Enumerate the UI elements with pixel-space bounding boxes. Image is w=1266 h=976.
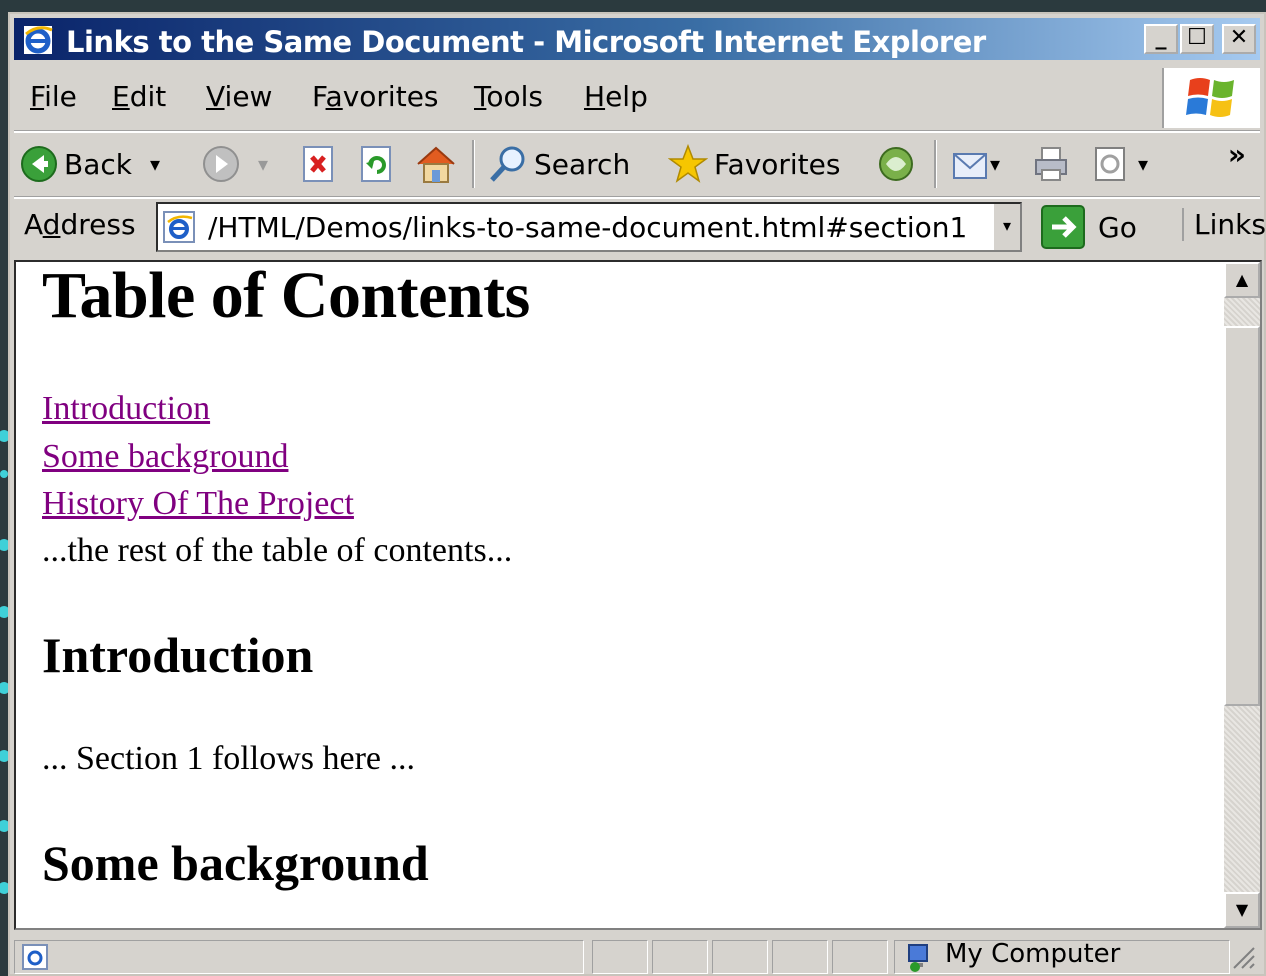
- chevron-down-icon: ▾: [1002, 216, 1012, 235]
- print-button[interactable]: [1032, 142, 1072, 186]
- address-url: /HTML/Demos/links-to-same-document.html#…: [208, 211, 968, 244]
- maximize-button[interactable]: ☐: [1180, 24, 1214, 54]
- minimize-icon: _: [1155, 25, 1167, 50]
- browser-window: Links to the Same Document - Microsoft I…: [8, 12, 1266, 976]
- search-icon: [490, 146, 525, 182]
- stop-button[interactable]: [300, 142, 336, 186]
- menu-bar: File Edit View Favorites Tools Help: [14, 66, 1156, 128]
- section1-heading: Introduction: [42, 627, 314, 683]
- status-pane-1: [592, 940, 648, 974]
- go-button[interactable]: Go: [1040, 204, 1137, 250]
- search-button[interactable]: Search: [488, 142, 630, 186]
- menu-tools[interactable]: Tools: [474, 80, 543, 113]
- minimize-button[interactable]: _: [1144, 24, 1178, 54]
- menu-favorites[interactable]: Favorites: [312, 80, 439, 113]
- toc-link-introduction[interactable]: Introduction: [42, 390, 210, 428]
- close-button[interactable]: ✕: [1222, 24, 1256, 54]
- refresh-button[interactable]: [358, 142, 394, 186]
- zone-label: My Computer: [945, 939, 1121, 969]
- go-arrow-icon: [1041, 205, 1085, 249]
- mail-button[interactable]: ▾: [950, 142, 1000, 186]
- title-bar[interactable]: Links to the Same Document - Microsoft I…: [14, 18, 1260, 60]
- section2-heading: Some background: [42, 835, 429, 891]
- home-button[interactable]: [414, 142, 458, 186]
- toc-link-background[interactable]: Some background: [42, 438, 288, 476]
- windows-logo: [1162, 68, 1260, 128]
- scroll-down-button[interactable]: ▼: [1224, 892, 1260, 928]
- scroll-up-button[interactable]: ▲: [1224, 262, 1260, 298]
- stop-icon: [303, 146, 333, 182]
- standard-toolbar: Back ▾ ▾ Search Favorites ▾ ▾ »: [14, 134, 1260, 194]
- back-dropdown-icon[interactable]: ▾: [150, 152, 160, 176]
- forward-arrow-icon: [203, 146, 239, 182]
- address-input[interactable]: /HTML/Demos/links-to-same-document.html#…: [156, 202, 1022, 252]
- media-icon: [879, 147, 913, 181]
- edit-button[interactable]: ▾: [1090, 142, 1148, 186]
- address-dropdown-button[interactable]: ▾: [992, 204, 1020, 250]
- edit-page-icon: [1095, 147, 1125, 181]
- mail-icon: [953, 153, 987, 179]
- menu-edit[interactable]: Edit: [112, 80, 166, 113]
- home-icon: [417, 146, 455, 183]
- scroll-thumb[interactable]: [1224, 326, 1260, 706]
- arrow-down-icon: ▼: [1235, 900, 1249, 919]
- toc-link-history[interactable]: History Of The Project: [42, 485, 354, 523]
- section1-text: ... Section 1 follows here ...: [42, 740, 415, 777]
- menu-file[interactable]: File: [30, 80, 77, 113]
- page-status-icon: [22, 944, 48, 970]
- status-main-pane: [14, 940, 584, 974]
- status-bar: My Computer: [14, 934, 1260, 974]
- vertical-scrollbar[interactable]: ▲ ▼: [1224, 262, 1260, 928]
- status-pane-4: [772, 940, 828, 974]
- favorites-button[interactable]: Favorites: [668, 142, 840, 186]
- my-computer-icon: [908, 944, 928, 972]
- forward-dropdown-icon[interactable]: ▾: [258, 152, 268, 176]
- toolbar-divider: [472, 140, 475, 188]
- forward-button[interactable]: ▾: [202, 142, 268, 186]
- close-icon: ✕: [1229, 25, 1249, 50]
- resize-grip-icon[interactable]: [1228, 942, 1256, 972]
- menu-help[interactable]: Help: [584, 80, 648, 113]
- links-toolbar[interactable]: Links: [1182, 208, 1266, 241]
- edit-dropdown-icon[interactable]: ▾: [1138, 152, 1148, 176]
- back-arrow-icon: [21, 146, 57, 182]
- page-ie-icon: [163, 211, 195, 243]
- status-pane-2: [652, 940, 708, 974]
- toolbar-separator: [14, 130, 1260, 133]
- address-bar: Address /HTML/Demos/links-to-same-docume…: [14, 194, 1266, 256]
- toc-rest-text: ...the rest of the table of contents...: [42, 532, 513, 569]
- status-zone-pane: My Computer: [894, 939, 1230, 974]
- media-button[interactable]: [876, 142, 916, 186]
- page-heading: Table of Contents: [42, 260, 530, 332]
- window-title: Links to the Same Document - Microsoft I…: [66, 25, 986, 59]
- print-icon: [1035, 147, 1067, 181]
- back-button[interactable]: Back ▾: [20, 142, 160, 186]
- toolbar-divider-2: [934, 140, 937, 188]
- mail-dropdown-icon[interactable]: ▾: [990, 152, 1000, 176]
- arrow-up-icon: ▲: [1235, 270, 1249, 289]
- menu-view[interactable]: View: [206, 80, 272, 113]
- maximize-icon: ☐: [1187, 25, 1207, 50]
- address-label: Address: [24, 208, 136, 241]
- windows-flag-icon: [1186, 78, 1234, 117]
- refresh-icon: [361, 146, 391, 182]
- status-pane-3: [712, 940, 768, 974]
- status-pane-5: [832, 940, 888, 974]
- toolbar-chevron[interactable]: »: [1228, 138, 1246, 171]
- internet-explorer-icon: [24, 26, 53, 54]
- star-icon: [668, 144, 708, 183]
- page-viewport: Table of Contents Introduction Some back…: [14, 260, 1262, 930]
